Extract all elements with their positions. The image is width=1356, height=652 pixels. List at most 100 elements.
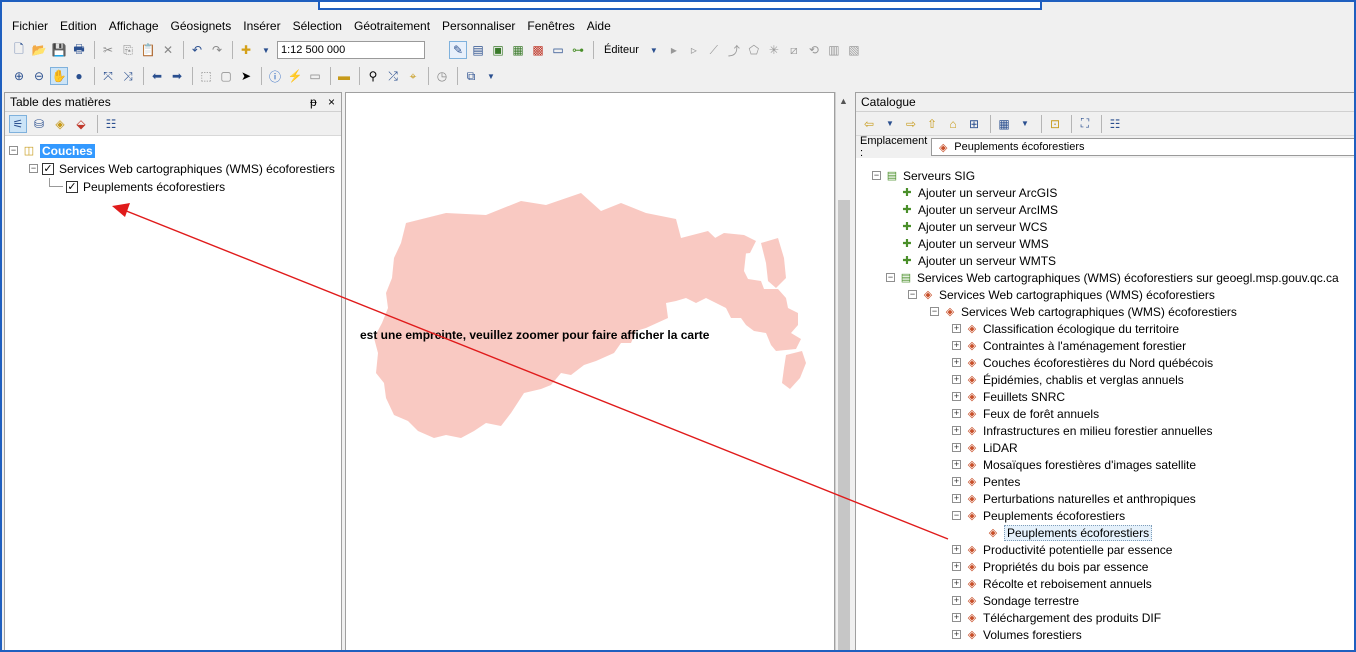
catalog-layer-row[interactable]: + ◈ Perturbations naturelles et anthropiqu…	[952, 490, 1196, 507]
catalog-selected-layer-row[interactable]: ◈ Peuplements écoforestiers	[986, 524, 1153, 541]
toc-group-row[interactable]: − ✓ Services Web cartographiques (WMS) é…	[29, 160, 335, 177]
expand-icon[interactable]: +	[952, 460, 961, 469]
new-folder-icon[interactable]: ⊡	[1046, 115, 1064, 133]
collapse-icon[interactable]: −	[886, 273, 895, 282]
catalog-selected-layer-label[interactable]: Peuplements écoforestiers	[1004, 524, 1153, 541]
servers-label[interactable]: Serveurs SIG	[903, 169, 975, 183]
html-popup-icon[interactable]: ▭	[306, 67, 324, 85]
delete-icon[interactable]: ✕	[159, 41, 177, 59]
polygon-icon[interactable]: ⬠	[745, 41, 763, 59]
expand-icon[interactable]: +	[952, 375, 961, 384]
catalog-layer-row[interactable]: + ◈ Propriétés du bois par essence	[952, 558, 1148, 575]
catalog-layer-label[interactable]: Récolte et reboisement annuels	[983, 577, 1152, 591]
expand-icon[interactable]: +	[952, 426, 961, 435]
scrollbar-thumb[interactable]	[838, 200, 850, 650]
expand-icon[interactable]: +	[952, 358, 961, 367]
chevron-down-icon[interactable]: ▼	[1016, 115, 1034, 133]
paste-icon[interactable]: 📋	[139, 41, 157, 59]
catalog-layer-row[interactable]: + ◈ Couches écoforestières du Nord québéco…	[952, 354, 1213, 371]
list-by-selection-icon[interactable]: ⬙	[72, 115, 90, 133]
toggle-contents-icon[interactable]: ⛶	[1076, 115, 1094, 133]
catalog-tree-row[interactable]: ✚ Ajouter un serveur ArcIMS	[900, 201, 1058, 218]
back-icon[interactable]: ⇦	[860, 115, 878, 133]
expand-icon[interactable]: +	[952, 392, 961, 401]
full-extent-icon[interactable]: ●	[70, 67, 88, 85]
menu-affichage[interactable]: Affichage	[109, 19, 159, 33]
catalog-layer-row[interactable]: + ◈ Feuillets SNRC	[952, 388, 1065, 405]
catalog-tree-row[interactable]: − ▤ Serveurs SIG	[872, 167, 975, 184]
measure-icon[interactable]: ▬	[335, 67, 353, 85]
list-by-drawing-order-icon[interactable]: ⚟	[9, 114, 27, 133]
add-server-label[interactable]: Ajouter un serveur ArcGIS	[918, 186, 1057, 200]
fixed-zoom-out-icon[interactable]: ⤨	[119, 67, 137, 85]
attributes-icon[interactable]: ▥	[825, 41, 843, 59]
options-icon[interactable]: ☷	[102, 115, 120, 133]
python-window-icon[interactable]: ▭	[549, 41, 567, 59]
create-viewer-icon[interactable]: ⧉	[462, 67, 480, 85]
catalog-layer-row[interactable]: + ◈ Mosaïques forestières d'images satelli…	[952, 456, 1196, 473]
chevron-down-icon[interactable]: ▼	[482, 67, 500, 85]
wms-group-label[interactable]: Services Web cartographiques (WMS) écofo…	[939, 288, 1215, 302]
forward-icon[interactable]: ⇨	[902, 115, 920, 133]
catalog-layer-row[interactable]: + ◈ Sondage terrestre	[952, 592, 1079, 609]
print-icon[interactable]: 🖶	[70, 41, 88, 59]
catalog-layer-label[interactable]: Peuplements écoforestiers	[983, 509, 1125, 523]
menu-geotraitement[interactable]: Géotraitement	[354, 19, 430, 33]
chevron-down-icon[interactable]: ▼	[881, 115, 899, 133]
catalog-icon[interactable]: ▣	[489, 41, 507, 59]
add-server-label[interactable]: Ajouter un serveur ArcIMS	[918, 203, 1058, 217]
collapse-icon[interactable]: −	[952, 511, 961, 520]
forward-extent-icon[interactable]: ➡	[168, 67, 186, 85]
map-scale-input[interactable]: 1:12 500 000	[277, 41, 425, 59]
vertex-icon[interactable]: ✳	[765, 41, 783, 59]
group-visibility-checkbox[interactable]: ✓	[42, 162, 54, 175]
fixed-zoom-in-icon[interactable]: ⤧	[99, 67, 117, 85]
map-vertical-scrollbar[interactable]: ▲	[835, 92, 852, 650]
straight-segment-icon[interactable]: ⟋	[705, 41, 723, 59]
catalog-layer-row[interactable]: + ◈ Pentes	[952, 473, 1020, 490]
search-window-icon[interactable]: ▦	[509, 41, 527, 59]
collapse-icon[interactable]: −	[872, 171, 881, 180]
expand-icon[interactable]: +	[952, 341, 961, 350]
expand-icon[interactable]: +	[952, 579, 961, 588]
edit-annotation-icon[interactable]: ▹	[685, 41, 703, 59]
clear-selection-icon[interactable]: ▢	[217, 67, 235, 85]
list-by-visibility-icon[interactable]: ◈	[51, 115, 69, 133]
menu-fenetres[interactable]: Fenêtres	[527, 19, 574, 33]
expand-icon[interactable]: +	[952, 477, 961, 486]
close-icon[interactable]: ×	[328, 95, 335, 109]
add-server-label[interactable]: Ajouter un serveur WMS	[918, 237, 1049, 251]
catalog-layer-label[interactable]: Productivité potentielle par essence	[983, 543, 1172, 557]
catalog-layer-label[interactable]: Propriétés du bois par essence	[983, 560, 1148, 574]
expand-icon[interactable]: +	[952, 494, 961, 503]
wms-server-label[interactable]: Services Web cartographiques (WMS) écofo…	[917, 271, 1339, 285]
add-server-label[interactable]: Ajouter un serveur WMTS	[918, 254, 1056, 268]
catalog-layer-label[interactable]: Sondage terrestre	[983, 594, 1079, 608]
connect-folder-icon[interactable]: ⊞	[965, 115, 983, 133]
catalog-tree-row[interactable]: − ◈ Services Web cartographiques (WMS) é…	[930, 303, 1237, 320]
toc-root-label[interactable]: Couches	[40, 143, 95, 158]
layer-visibility-checkbox[interactable]: ✓	[66, 180, 78, 193]
catalog-layer-row[interactable]: + ◈ LiDAR	[952, 439, 1018, 456]
find-icon[interactable]: ⚲	[364, 67, 382, 85]
catalog-layer-row[interactable]: + ◈ Épidémies, chablis et verglas annuels	[952, 371, 1184, 388]
split-icon[interactable]: ⧄	[785, 41, 803, 59]
new-document-icon[interactable]: 🗋	[10, 41, 28, 59]
catalog-layer-label[interactable]: Perturbations naturelles et anthropiques	[983, 492, 1196, 506]
catalog-layer-row[interactable]: + ◈ Feux de forêt annuels	[952, 405, 1099, 422]
chevron-down-icon[interactable]: ▼	[645, 41, 663, 59]
expand-icon[interactable]: +	[952, 545, 961, 554]
toc-layer-label[interactable]: Peuplements écoforestiers	[83, 180, 225, 194]
add-server-label[interactable]: Ajouter un serveur WCS	[918, 220, 1047, 234]
expand-icon[interactable]: +	[952, 409, 961, 418]
copy-icon[interactable]: ⎘	[119, 41, 137, 59]
catalog-layer-row[interactable]: + ◈ Téléchargement des produits DIF	[952, 609, 1161, 626]
catalog-layer-label[interactable]: Contraintes à l'aménagement forestier	[983, 339, 1186, 353]
menu-aide[interactable]: Aide	[587, 19, 611, 33]
collapse-icon[interactable]: −	[9, 146, 18, 155]
zoom-in-icon[interactable]: ⊕	[10, 67, 28, 85]
catalog-layer-label[interactable]: Mosaïques forestières d'images satellite	[983, 458, 1196, 472]
catalog-layer-row[interactable]: + ◈ Productivité potentielle par essence	[952, 541, 1172, 558]
trace-icon[interactable]: ⤴	[725, 41, 743, 59]
table-icon[interactable]: ▤	[469, 41, 487, 59]
